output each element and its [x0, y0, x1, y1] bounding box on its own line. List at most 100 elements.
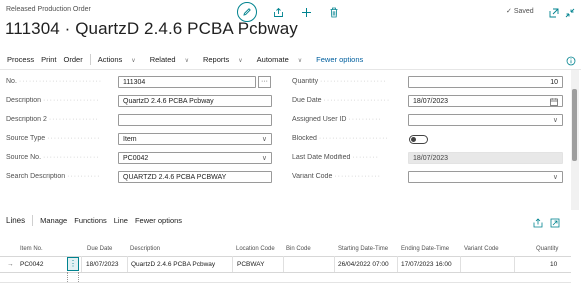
plus-icon	[301, 7, 311, 17]
cell-starting-date-time[interactable]: 26/04/2022 07:00	[338, 261, 389, 268]
variant-code-select[interactable]: ∨	[408, 171, 563, 183]
chevron-down-icon: ∨	[238, 57, 243, 64]
no-label: No. ·························	[6, 78, 103, 85]
row-menu-placeholder	[67, 272, 79, 282]
col-ending-date-time[interactable]: Ending Date-Time	[401, 246, 449, 252]
collapse-button[interactable]	[565, 5, 575, 23]
due-date-field[interactable]: 18/07/2023	[408, 95, 563, 107]
open-in-new-icon	[549, 8, 559, 18]
header-actions	[237, 2, 341, 22]
col-quantity[interactable]: Quantity	[536, 246, 558, 252]
cell-separator	[127, 256, 128, 272]
description-field[interactable]: QuartzD 2.4.6 PCBA Pcbway	[118, 95, 272, 107]
source-no-value: PC0042	[123, 155, 149, 162]
cell-due-date[interactable]: 18/07/2023	[86, 261, 119, 268]
chevron-down-icon: ∨	[552, 174, 558, 181]
new-button[interactable]	[299, 5, 313, 19]
description2-field[interactable]	[118, 114, 272, 126]
source-type-select[interactable]: Item ∨	[118, 133, 272, 145]
col-location-code[interactable]: Location Code	[236, 246, 275, 252]
fewer-options-link[interactable]: Fewer options	[316, 55, 363, 64]
assigned-user-select[interactable]: ∨	[408, 114, 563, 126]
due-date-value: 18/07/2023	[413, 98, 449, 105]
pencil-icon	[243, 8, 251, 16]
line-menu[interactable]: Line	[114, 216, 128, 225]
print-action[interactable]: Print	[41, 55, 56, 64]
cell-ending-date-time[interactable]: 17/07/2023 16:00	[401, 261, 452, 268]
open-new-window-button[interactable]	[549, 5, 559, 23]
automate-menu[interactable]: Automate ∨	[257, 55, 310, 64]
lines-share-button[interactable]	[533, 215, 543, 233]
manage-menu[interactable]: Manage	[40, 216, 67, 225]
share-button[interactable]	[271, 5, 285, 19]
reports-label: Reports	[202, 54, 230, 64]
col-variant-code[interactable]: Variant Code	[464, 246, 499, 252]
cell-separator	[460, 256, 461, 272]
cell-separator	[397, 256, 398, 272]
search-description-field[interactable]: QUARTZD 2.4.6 PCBA PCBWAY	[118, 171, 272, 183]
cell-quantity[interactable]: 10	[550, 261, 557, 268]
col-starting-date-time[interactable]: Starting Date-Time	[338, 246, 388, 252]
chevron-down-icon: ∨	[131, 57, 136, 64]
last-modified-label: Last Date Modified ········	[292, 154, 379, 161]
row-arrow-icon: →	[7, 261, 14, 268]
lines-title: Lines	[6, 215, 26, 225]
cell-item-no[interactable]: PC0042	[20, 261, 44, 268]
row-menu-button[interactable]: ⋮	[67, 257, 79, 271]
edit-button[interactable]	[237, 2, 257, 22]
blocked-toggle[interactable]	[409, 135, 428, 144]
lines-expand-button[interactable]	[550, 215, 560, 233]
info-icon	[566, 56, 576, 66]
description-label: Description ·················	[6, 97, 100, 104]
saved-status: ✓ Saved	[506, 7, 534, 15]
chevron-down-icon: ∨	[552, 117, 558, 124]
last-modified-field: 18/07/2023	[408, 152, 563, 164]
related-menu[interactable]: Related ∨	[150, 55, 196, 64]
order-action[interactable]: Order	[64, 55, 83, 64]
actions-menu[interactable]: Actions ∨	[98, 55, 143, 64]
collapse-icon	[565, 8, 575, 18]
col-due-date[interactable]: Due Date	[87, 246, 112, 252]
quantity-field[interactable]: 10	[408, 76, 563, 88]
actions-label: Actions	[97, 54, 123, 64]
cell-description[interactable]: QuartzD 2.4.6 PCBA Pcbway	[131, 261, 215, 268]
calendar-icon[interactable]	[550, 98, 558, 106]
col-item-no[interactable]: Item No.	[20, 246, 43, 252]
functions-menu[interactable]: Functions	[74, 216, 107, 225]
description2-label: Description 2 ···············	[6, 116, 99, 123]
chevron-down-icon: ∨	[297, 57, 303, 64]
share-icon	[533, 218, 543, 228]
delete-button[interactable]	[327, 5, 341, 19]
saved-label: Saved	[513, 8, 534, 15]
cell-location-code[interactable]: PCBWAY	[237, 261, 264, 268]
page-title: 111304 · QuartzD 2.4.6 PCBA Pcbway	[5, 19, 298, 38]
process-action[interactable]: Process	[7, 55, 34, 64]
page-caption: Released Production Order	[6, 6, 91, 13]
action-separator	[89, 53, 91, 65]
cell-separator	[334, 256, 335, 272]
table-row-empty[interactable]	[0, 272, 571, 283]
scrollbar-thumb[interactable]	[572, 89, 577, 161]
lines-fewer-options-link[interactable]: Fewer options	[135, 216, 182, 225]
quantity-label: Quantity ····················	[292, 78, 387, 85]
search-description-label: Search Description ··········	[6, 173, 101, 180]
source-no-label: Source No. ·················	[6, 154, 100, 161]
col-bin-code[interactable]: Bin Code	[286, 246, 311, 252]
share-icon	[273, 7, 283, 17]
automate-label: Automate	[256, 54, 289, 64]
trash-icon	[330, 7, 338, 17]
blocked-label: Blocked ·····················	[292, 135, 389, 142]
no-assist-button[interactable]: ···	[258, 76, 271, 88]
source-type-label: Source Type ················	[6, 135, 101, 142]
no-field[interactable]: 111304	[118, 76, 256, 88]
col-description[interactable]: Description	[130, 246, 160, 252]
assigned-user-label: Assigned User ID ··········	[292, 116, 382, 123]
variant-code-label: Variant Code ··············	[292, 173, 381, 180]
related-label: Related	[149, 54, 176, 64]
cell-separator	[232, 256, 233, 272]
lines-action-bar: Lines Manage Functions Line Fewer option…	[0, 213, 581, 227]
due-date-label: Due Date ····················	[292, 97, 391, 104]
header-divider	[0, 69, 581, 70]
source-no-select[interactable]: PC0042 ∨	[118, 152, 272, 164]
reports-menu[interactable]: Reports ∨	[203, 55, 250, 64]
